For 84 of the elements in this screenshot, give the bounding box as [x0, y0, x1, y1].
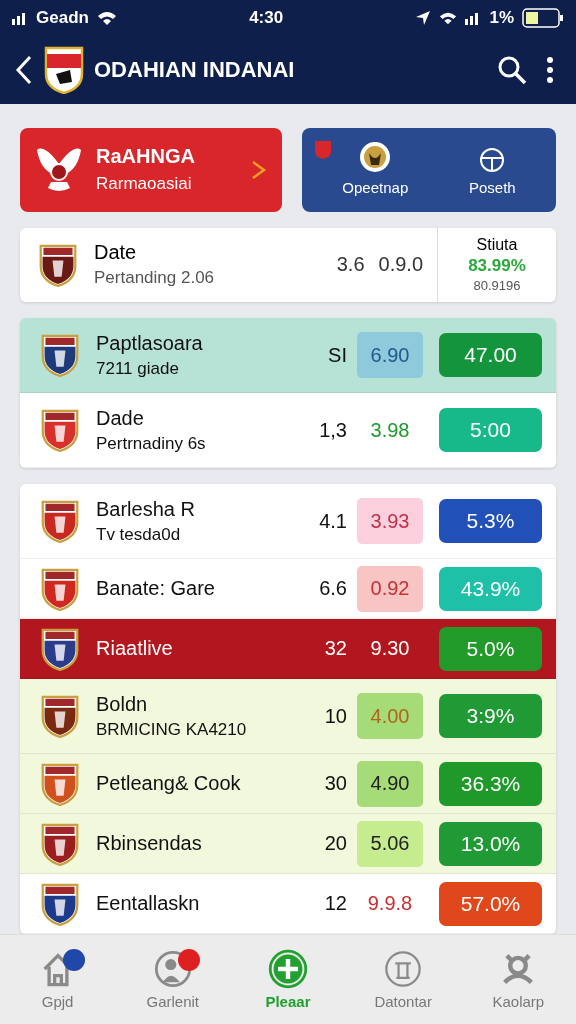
score-value: SI — [327, 343, 347, 367]
percent-pill: 13.0% — [439, 821, 542, 866]
team-name: Boldn — [96, 692, 149, 716]
table-row[interactable]: Rbinsendas 20 5.06 13.0% — [20, 814, 556, 874]
odds-value: 0.92 — [357, 565, 423, 612]
table-row[interactable]: Riaatlive 32 9.30 5.0% — [20, 619, 556, 679]
signal-icon — [12, 11, 28, 25]
odds-value: 6.90 — [357, 332, 423, 378]
battery-percent: 1% — [489, 8, 514, 28]
percent-pill: 57.0% — [439, 881, 542, 926]
team-name: Rbinsendas — [96, 832, 203, 855]
percent-pill: 3:9% — [439, 694, 542, 738]
location-icon — [415, 10, 432, 26]
shortcut-link[interactable]: Opeetnap — [342, 140, 409, 196]
odds-value: 3.93 — [357, 498, 423, 544]
app-title: ODAHIAN INDANAI — [94, 57, 296, 83]
team-subtitle: Pertrnadiny 6s — [96, 433, 207, 454]
score-value: 6.6 — [318, 577, 347, 600]
score-value: 4.1 — [318, 509, 347, 533]
team-name: Barlesha R — [96, 497, 196, 521]
table-row[interactable]: Eentallaskn 12 9.9.8 57.0% — [20, 874, 556, 934]
search-icon[interactable] — [496, 54, 528, 86]
promo-card[interactable]: RaAHNGA Rarmaoasiai — [20, 128, 282, 212]
percent-pill: 5.0% — [439, 626, 542, 671]
odds-value: 3.98 — [369, 417, 411, 443]
nav-tab[interactable]: Kaolarp — [473, 949, 564, 1010]
nav-tab[interactable]: Garlenit — [127, 949, 218, 1010]
shield-icon — [44, 46, 84, 94]
nav-tab[interactable]: Datontar — [358, 949, 449, 1010]
nav-tab[interactable]: Gpjd — [12, 949, 103, 1010]
emblem-icon — [359, 140, 392, 173]
team-name: Dade — [96, 406, 145, 430]
table-row[interactable]: Petleang& Cook 30 4.90 36.3% — [20, 754, 556, 814]
team-subtitle: Tv tesda0d — [96, 524, 182, 545]
summary-value: 0.9.0 — [378, 253, 423, 277]
person-icon — [152, 949, 193, 989]
stat-title: Stiuta — [476, 236, 518, 255]
table-row[interactable]: Boldn BRMICING KA4210 10 4.00 3:9% — [20, 679, 556, 754]
pillar-icon — [383, 949, 424, 989]
chevron-right-icon — [250, 158, 268, 181]
table-row[interactable]: Paptlasoara 7211 giade SI 6.90 47.00 — [20, 318, 556, 393]
team-subtitle: BRMICING KA4210 — [96, 719, 248, 740]
stat-note: 80.9196 — [473, 278, 521, 294]
table-row[interactable]: Barlesha R Tv tesda0d 4.1 3.93 5.3% — [20, 484, 556, 559]
plus-icon — [267, 949, 308, 989]
back-icon[interactable] — [14, 54, 34, 86]
percent-pill: 5:00 — [439, 408, 542, 452]
promo-subtitle: Rarmaoasiai — [96, 174, 193, 195]
percent-pill: 36.3% — [439, 761, 542, 806]
shield-icon — [314, 140, 332, 160]
odds-value: 9.30 — [369, 636, 411, 661]
team-name: Petleang& Cook — [96, 772, 242, 795]
percent-pill: 47.00 — [439, 333, 542, 377]
wifi-icon — [439, 10, 458, 26]
steering-wheel-icon — [479, 146, 506, 173]
score-value: 12 — [323, 892, 347, 915]
clock-time: 4:30 — [249, 8, 284, 28]
promo-title: RaAHNGA — [96, 145, 196, 169]
team-name: Eentallaskn — [96, 892, 201, 915]
team-name: Paptlasoara — [96, 331, 204, 355]
team-subtitle: 7211 giade — [96, 358, 180, 379]
summary-subtitle: Pertanding 2.06 — [94, 268, 216, 289]
percent-pill: 43.9% — [439, 566, 542, 611]
wifi-icon — [96, 10, 117, 26]
summary-value: 3.6 — [336, 253, 365, 277]
table-row[interactable]: Banate: Gare 6.6 0.92 43.9% — [20, 559, 556, 619]
odds-value: 5.06 — [357, 820, 423, 867]
summary-title: Date — [94, 241, 138, 265]
team-name: Riaatlive — [96, 637, 174, 660]
score-value: 30 — [323, 772, 347, 795]
battery-icon — [522, 8, 564, 28]
table-row[interactable]: Dade Pertrnadiny 6s 1,3 3.98 5:00 — [20, 393, 556, 468]
carrier-name: Geadn — [36, 8, 89, 28]
odds-value: 4.00 — [357, 693, 423, 739]
team-name: Banate: Gare — [96, 577, 216, 600]
odds-value: 9.9.8 — [366, 891, 414, 916]
score-value: 1,3 — [318, 418, 347, 442]
odds-value: 4.90 — [357, 760, 423, 807]
score-value: 32 — [323, 637, 347, 660]
score-value: 20 — [323, 832, 347, 855]
percent-pill: 5.3% — [439, 499, 542, 543]
score-value: 10 — [323, 704, 347, 728]
stat-value: 83.99% — [468, 256, 526, 277]
shortcut-link[interactable]: Poseth — [468, 146, 516, 196]
